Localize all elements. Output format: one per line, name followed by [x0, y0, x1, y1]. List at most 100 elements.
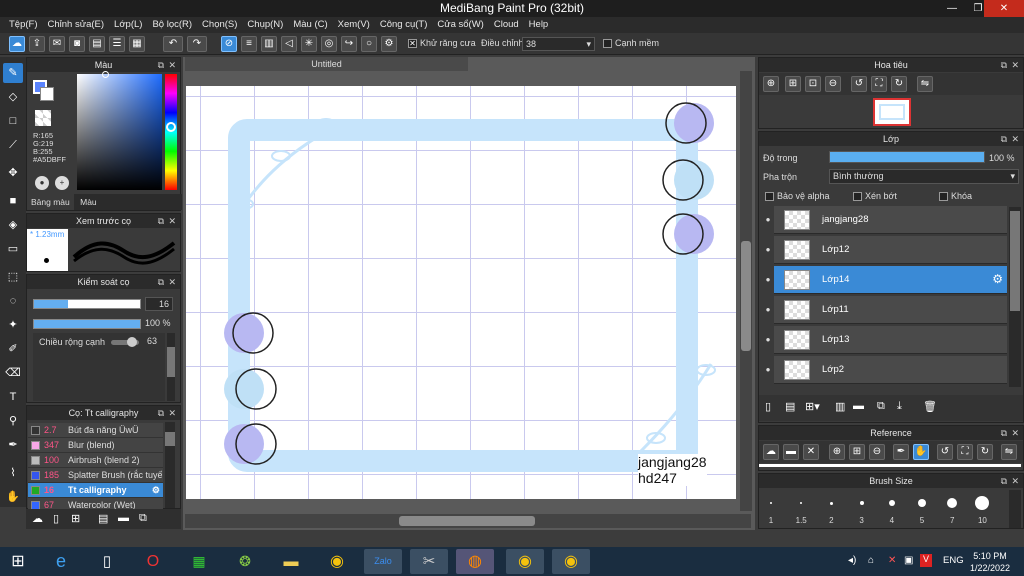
- brush-size-label[interactable]: 2: [821, 516, 841, 525]
- brush-size-input[interactable]: 16: [145, 297, 173, 311]
- menu-edit[interactable]: Chỉnh sửa(E): [43, 17, 110, 33]
- layer-properties-icon[interactable]: ▥: [835, 400, 845, 413]
- brush-size-label[interactable]: 7: [942, 516, 962, 525]
- rectangle-tool-icon[interactable]: □: [3, 111, 23, 131]
- gradient-tool-icon[interactable]: ▭: [3, 239, 23, 259]
- menu-file[interactable]: Tệp(F): [4, 17, 43, 33]
- brush-tool-icon[interactable]: ✎: [3, 63, 23, 83]
- vivaldi-icon[interactable]: V: [920, 554, 932, 567]
- brush-settings-icon[interactable]: ▤: [98, 512, 108, 525]
- windows-start-icon[interactable]: ⊞: [0, 549, 36, 574]
- menu-layer[interactable]: Lớp(L): [109, 17, 147, 33]
- duplicate-brush-icon[interactable]: ⧉: [139, 512, 147, 525]
- new-layer-icon[interactable]: ▯: [765, 400, 771, 413]
- rotate-right-icon[interactable]: ↻: [977, 444, 993, 460]
- duplicate-layer-icon[interactable]: ⧉: [877, 400, 885, 413]
- brush-size-label[interactable]: 5: [912, 516, 932, 525]
- chrome-window-icon[interactable]: ◉: [552, 549, 590, 574]
- bucket-tool-icon[interactable]: ◈: [3, 215, 23, 235]
- brush-size-label[interactable]: 4: [882, 516, 902, 525]
- ellipse-snap-icon[interactable]: ○: [361, 36, 377, 52]
- popout-icon[interactable]: ⧉: [1001, 58, 1007, 72]
- medibang-icon[interactable]: ◍: [456, 549, 494, 574]
- chrome-icon[interactable]: ◉: [318, 549, 356, 574]
- hue-slider[interactable]: [165, 74, 177, 190]
- close-icon[interactable]: ✕: [1011, 426, 1019, 440]
- settings-icon[interactable]: ⚙: [381, 36, 397, 52]
- undo-icon[interactable]: ↶: [163, 36, 183, 52]
- hand-icon[interactable]: ✋: [913, 444, 929, 460]
- zoom-in-icon[interactable]: ⊕: [763, 76, 779, 92]
- volume-icon[interactable]: ◂): [848, 555, 856, 566]
- popout-icon[interactable]: ⧉: [158, 214, 164, 228]
- layer-row[interactable]: Lớp2: [774, 356, 1007, 384]
- visibility-icon[interactable]: ●: [762, 326, 774, 354]
- zalo-icon[interactable]: Zalo: [364, 549, 402, 574]
- grid-icon[interactable]: ▦: [129, 36, 145, 52]
- blend-mode-dropdown[interactable]: Bình thường ▾: [829, 169, 1019, 184]
- list-icon[interactable]: ☰: [109, 36, 125, 52]
- layer-row[interactable]: Lớp12: [774, 236, 1007, 264]
- color-picker-square[interactable]: [77, 71, 162, 190]
- folder-icon[interactable]: ▬: [118, 512, 129, 524]
- close-icon[interactable]: ✕: [1011, 58, 1019, 72]
- add-brush-icon[interactable]: ⊞: [71, 512, 80, 525]
- snap-off-icon[interactable]: ⊘: [221, 36, 237, 52]
- close-icon[interactable]: ✕: [168, 214, 176, 228]
- zoom-fit-icon[interactable]: ⊞: [785, 76, 801, 92]
- layer-scrollbar[interactable]: [1009, 207, 1021, 387]
- magic-wand-tool-icon[interactable]: ✦: [3, 315, 23, 335]
- language-indicator[interactable]: ENG: [943, 555, 964, 566]
- close-reference-icon[interactable]: ✕: [803, 444, 819, 460]
- eyedropper-tool-icon[interactable]: ⌇: [3, 463, 23, 483]
- drawing-canvas[interactable]: jangjang28 hd247: [186, 86, 736, 499]
- brush-size-dot[interactable]: [888, 500, 895, 506]
- popout-icon[interactable]: ⧉: [158, 406, 164, 420]
- scrollbar-thumb[interactable]: [1010, 211, 1020, 311]
- new-brush-icon[interactable]: ▯: [53, 512, 59, 525]
- share-icon[interactable]: ⇪: [29, 36, 45, 52]
- brush-size-label[interactable]: 10: [972, 516, 992, 525]
- brush-size-dot[interactable]: [770, 502, 772, 504]
- transparent-swatch[interactable]: [35, 110, 51, 126]
- color-picker-cursor[interactable]: [102, 71, 109, 78]
- redo-icon[interactable]: ↷: [187, 36, 207, 52]
- flip-icon[interactable]: ⇋: [917, 76, 933, 92]
- brush-control-scrollbar[interactable]: [167, 333, 175, 401]
- file-explorer-icon[interactable]: ▬: [272, 549, 310, 574]
- cloud-icon[interactable]: ☁: [763, 444, 779, 460]
- scrollbar-thumb[interactable]: [165, 432, 175, 446]
- popout-icon[interactable]: ⧉: [1001, 474, 1007, 488]
- internet-explorer-icon[interactable]: e: [42, 549, 80, 574]
- menu-cloud[interactable]: Cloud: [489, 17, 524, 33]
- add-layer-icon[interactable]: ⊞▾: [805, 400, 820, 413]
- visibility-icon[interactable]: ●: [762, 236, 774, 264]
- paint-icon[interactable]: ✂: [410, 549, 448, 574]
- brush-list-scrollbar[interactable]: [165, 422, 175, 508]
- zoom-fit-icon[interactable]: ⊞: [849, 444, 865, 460]
- vanish-snap-icon[interactable]: ◁: [281, 36, 297, 52]
- scrollbar-thumb[interactable]: [167, 347, 175, 377]
- menu-tools[interactable]: Công cụ(T): [375, 17, 433, 33]
- cloud-brush-icon[interactable]: ☁: [32, 512, 43, 525]
- dropper-tool-icon[interactable]: ✒: [3, 435, 23, 455]
- zoom-actual-icon[interactable]: ⊡: [805, 76, 821, 92]
- clipping-checkbox[interactable]: Xén bớt: [853, 191, 897, 202]
- folder-icon[interactable]: ▬: [853, 400, 864, 412]
- menu-color[interactable]: Màu (C): [288, 17, 332, 33]
- brush-size-dot[interactable]: [829, 501, 833, 505]
- eyedropper-icon[interactable]: ✒: [893, 444, 909, 460]
- operation-tool-icon[interactable]: ⚲: [3, 411, 23, 431]
- fit-window-icon[interactable]: ⛶: [871, 76, 887, 92]
- new-halftone-layer-icon[interactable]: ▤: [785, 400, 795, 413]
- palette-icon[interactable]: ●: [35, 176, 49, 190]
- lock-checkbox[interactable]: Khóa: [939, 191, 972, 202]
- edge-width-handle[interactable]: [127, 337, 137, 347]
- network-icon[interactable]: ⌂: [868, 555, 874, 566]
- scrollbar-thumb[interactable]: [741, 241, 751, 351]
- rotate-left-icon[interactable]: ↺: [937, 444, 953, 460]
- layer-row[interactable]: Lớp14 ⚙: [774, 266, 1007, 294]
- file-icon[interactable]: ▯: [88, 549, 126, 574]
- minimize-button[interactable]: —: [938, 0, 966, 17]
- close-icon[interactable]: ✕: [168, 58, 176, 72]
